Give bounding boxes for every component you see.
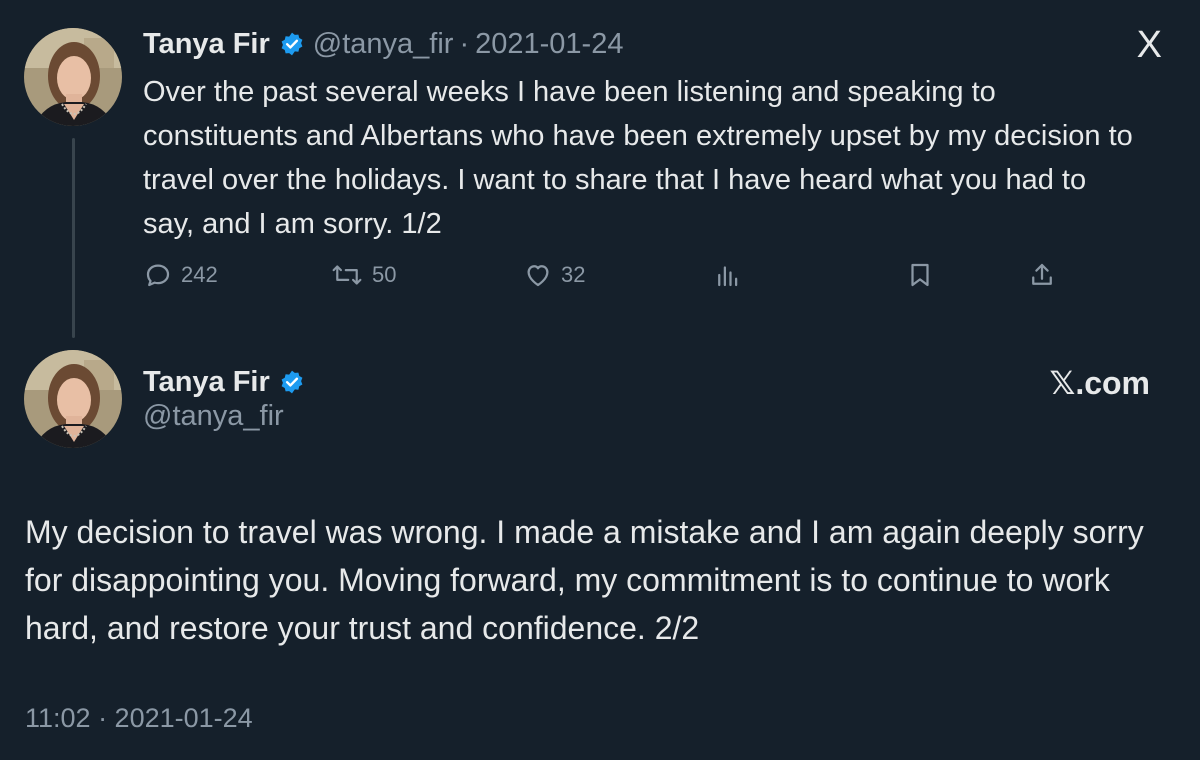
retweet-icon <box>330 260 364 290</box>
author-name[interactable]: Tanya Fir <box>143 28 270 61</box>
tweet2-header: Tanya Fir <box>143 362 313 402</box>
verified-badge-icon <box>279 369 305 395</box>
avatar[interactable] <box>24 28 122 126</box>
retweet-count: 50 <box>372 262 397 287</box>
share-icon <box>1027 260 1057 290</box>
views-button[interactable] <box>713 255 743 295</box>
tweet-thread-screenshot: Tanya Fir @tanya_fir · 2021-01-24 X Over… <box>0 0 1200 760</box>
retweet-button[interactable]: 50 <box>330 255 396 295</box>
header-separator: · <box>459 27 470 60</box>
bookmark-button[interactable] <box>905 255 935 295</box>
author-name[interactable]: Tanya Fir <box>143 366 270 399</box>
like-icon <box>523 260 553 290</box>
like-button[interactable]: 32 <box>523 255 585 295</box>
tweet1-text: Over the past several weeks I have been … <box>143 76 1133 240</box>
tweet1-action-bar: 242 50 32 <box>143 255 1063 295</box>
tweet2-text: My decision to travel was wrong. I made … <box>25 514 1144 646</box>
x-com-logo: 𝕏.com <box>1049 365 1150 401</box>
bookmark-icon <box>905 260 935 290</box>
profile-photo <box>24 28 122 126</box>
profile-photo <box>24 350 122 448</box>
like-count: 32 <box>561 262 586 287</box>
share-button[interactable] <box>1027 255 1057 295</box>
views-icon <box>713 260 743 290</box>
thread-connector-line <box>72 138 75 338</box>
tweet-timestamp[interactable]: 11:02 · 2021-01-24 <box>25 703 253 734</box>
author-handle[interactable]: @tanya_fir <box>313 28 454 61</box>
reply-icon <box>143 260 173 290</box>
reply-count: 242 <box>181 262 218 287</box>
verified-badge-icon <box>279 31 305 57</box>
tweet-date[interactable]: 2021-01-24 <box>475 28 623 61</box>
x-logo-icon: X <box>1136 24 1162 66</box>
reply-button[interactable]: 242 <box>143 255 218 295</box>
tweet1-header: Tanya Fir @tanya_fir · 2021-01-24 <box>143 24 623 64</box>
author-handle[interactable]: @tanya_fir <box>143 400 284 433</box>
avatar[interactable] <box>24 350 122 448</box>
